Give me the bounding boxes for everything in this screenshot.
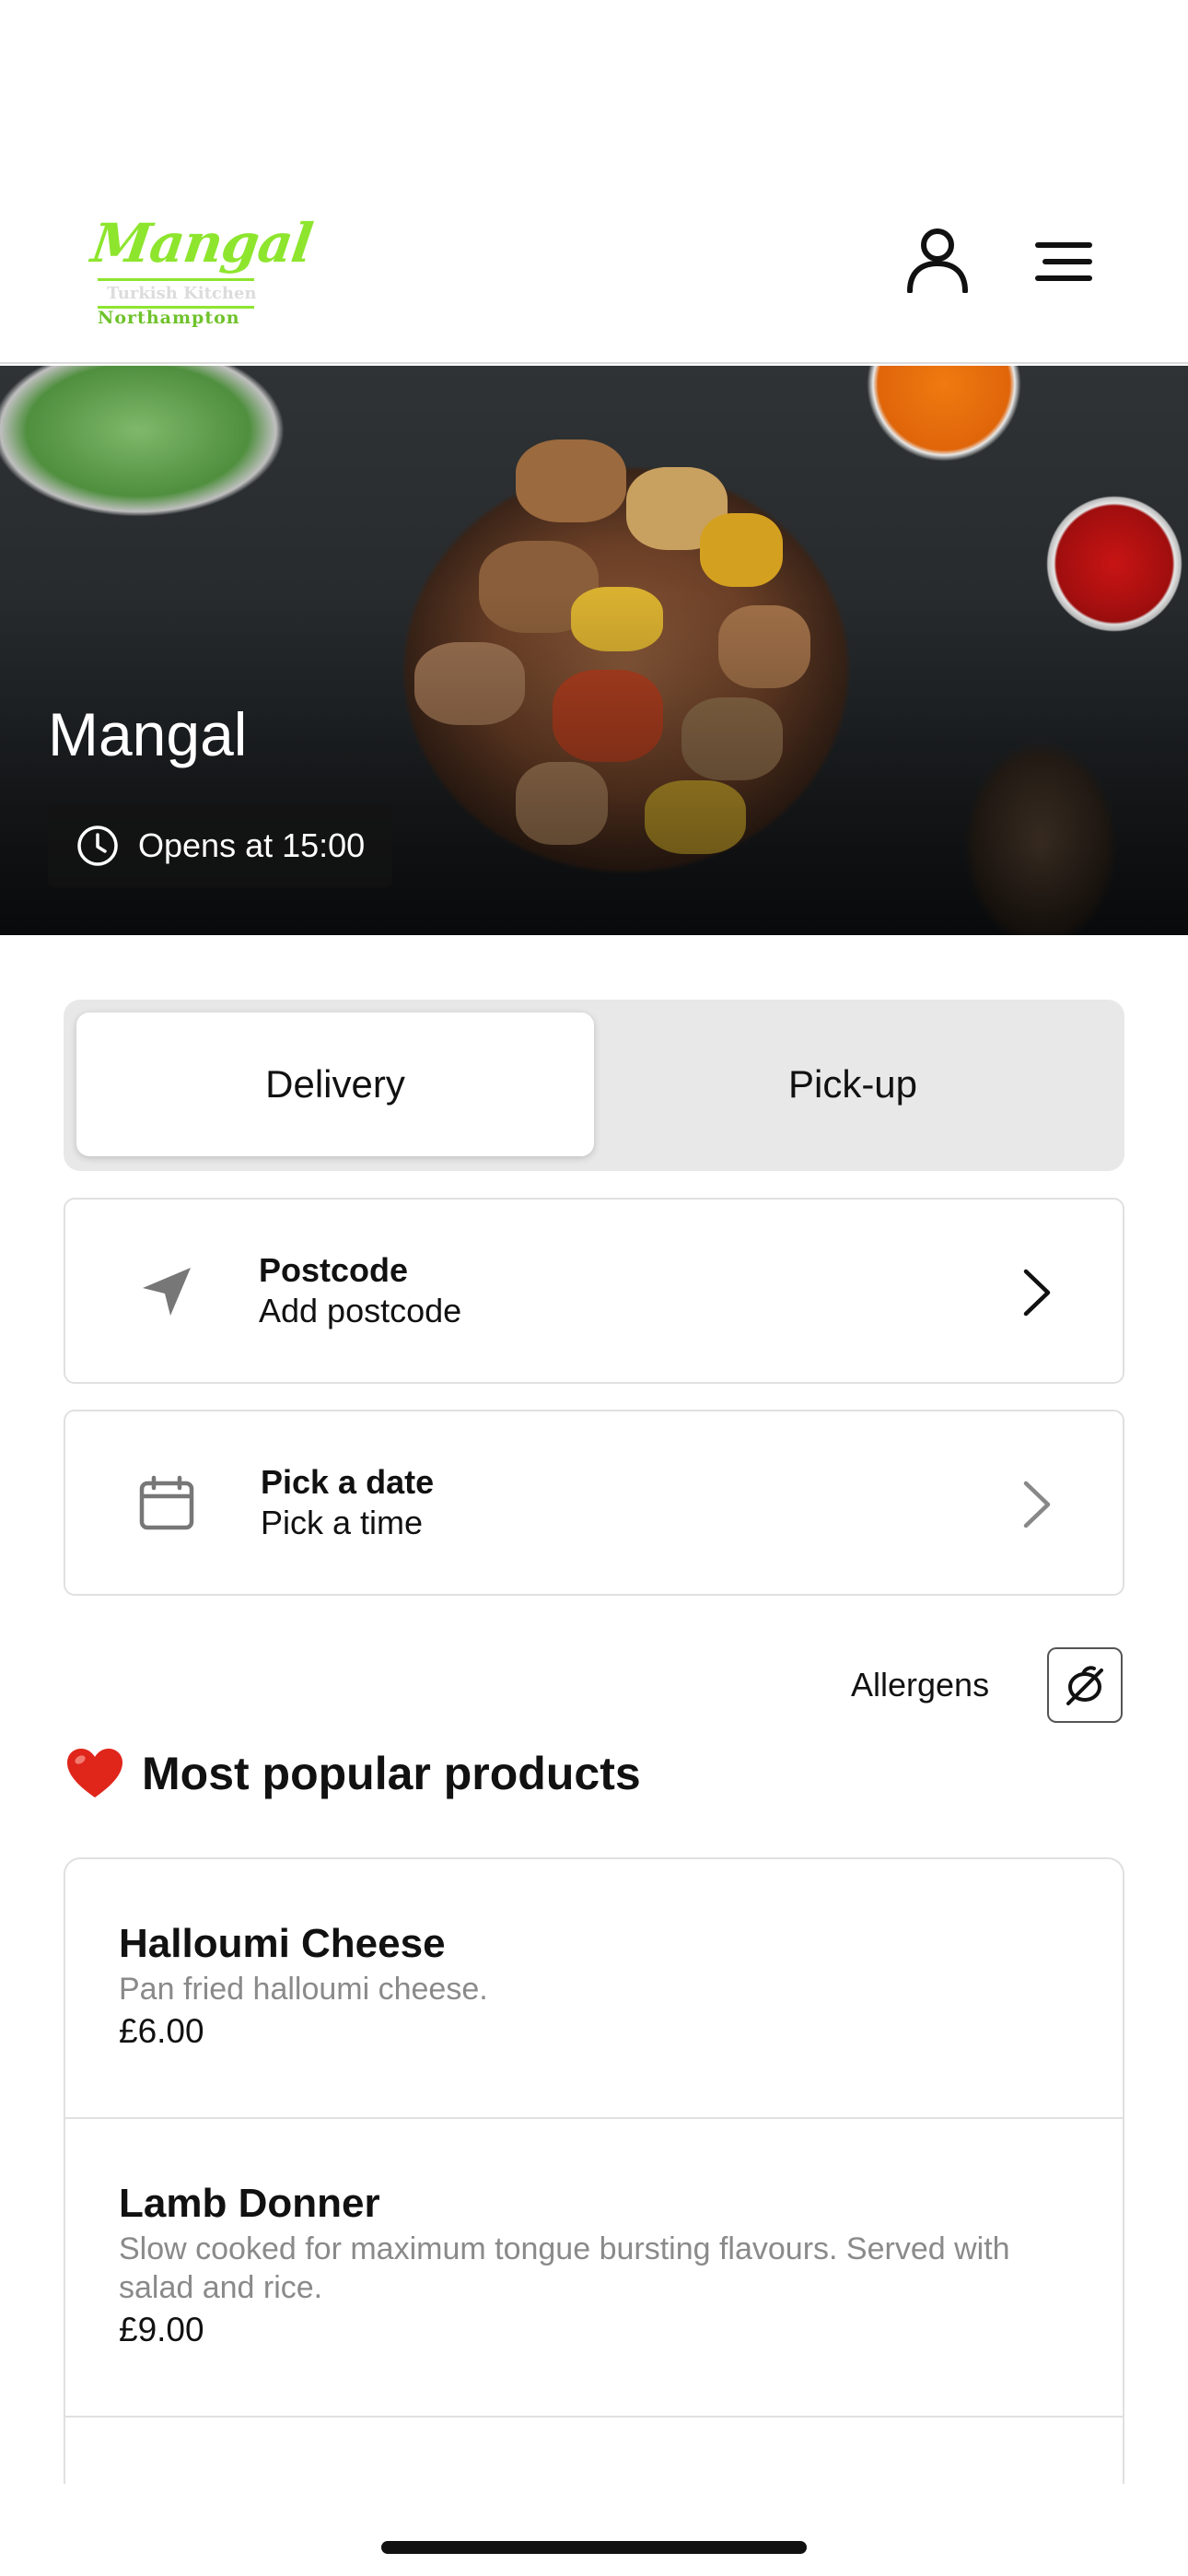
product-name: Lamb Donner <box>119 2181 380 2226</box>
chevron-right-icon <box>1005 1260 1069 1325</box>
delivery-option[interactable]: Delivery <box>76 1013 594 1156</box>
product-description: Pan fried halloumi cheese. <box>119 1972 488 2007</box>
time-label: Pick a time <box>261 1504 424 1541</box>
chevron-right-icon <box>1005 1472 1069 1537</box>
logo-divider <box>98 278 254 281</box>
postcode-value: Add postcode <box>259 1292 462 1329</box>
pickup-option[interactable]: Pick-up <box>594 1013 1112 1156</box>
order-mode-toggle: Delivery Pick-up <box>64 1000 1124 1171</box>
allergen-icon <box>1066 1666 1103 1705</box>
clock-icon <box>77 825 118 866</box>
logo-script: Mangal <box>87 212 316 275</box>
schedule-card[interactable]: Pick a date Pick a time <box>64 1410 1124 1596</box>
logo-subtitle: Turkish Kitchen <box>107 284 257 303</box>
product-name: Halloumi Cheese <box>119 1921 446 1966</box>
menu-button[interactable] <box>1027 232 1101 291</box>
popular-products-heading: Most popular products <box>64 1746 641 1801</box>
app-header: Mangal Turkish Kitchen Northampton <box>0 0 1188 364</box>
account-button[interactable] <box>901 223 974 297</box>
heart-icon <box>67 1749 122 1797</box>
calendar-icon <box>132 1469 202 1539</box>
product-card[interactable]: Halloumi Cheese Pan fried halloumi chees… <box>65 1859 1123 2119</box>
opening-status-badge: Opens at 15:00 <box>48 804 393 887</box>
postcode-label: Postcode <box>259 1251 409 1289</box>
restaurant-name: Mangal <box>48 700 248 768</box>
opening-status-text: Opens at 15:00 <box>138 826 366 864</box>
location-arrow-icon <box>132 1257 202 1327</box>
person-icon <box>907 228 968 293</box>
home-indicator[interactable] <box>381 2541 807 2554</box>
allergens-button[interactable] <box>1047 1647 1123 1723</box>
product-price: £6.00 <box>119 2012 204 2050</box>
popular-products-list: Halloumi Cheese Pan fried halloumi chees… <box>64 1857 1124 2484</box>
hero-banner: Mangal Opens at 15:00 <box>0 366 1188 935</box>
product-description: Slow cooked for maximum tongue bursting … <box>119 2231 1010 2305</box>
product-price: £9.00 <box>119 2311 204 2348</box>
allergens-label[interactable]: Allergens <box>851 1666 989 1704</box>
postcode-card[interactable]: Postcode Add postcode <box>64 1198 1124 1384</box>
logo-city: Northampton <box>98 308 240 328</box>
date-label: Pick a date <box>261 1463 435 1501</box>
brand-logo[interactable]: Mangal Turkish Kitchen Northampton <box>87 212 316 332</box>
hamburger-menu-icon <box>1035 242 1092 281</box>
popular-products-title: Most popular products <box>142 1748 641 1799</box>
product-card[interactable]: Lamb Donner Slow cooked for maximum tong… <box>65 2119 1123 2418</box>
